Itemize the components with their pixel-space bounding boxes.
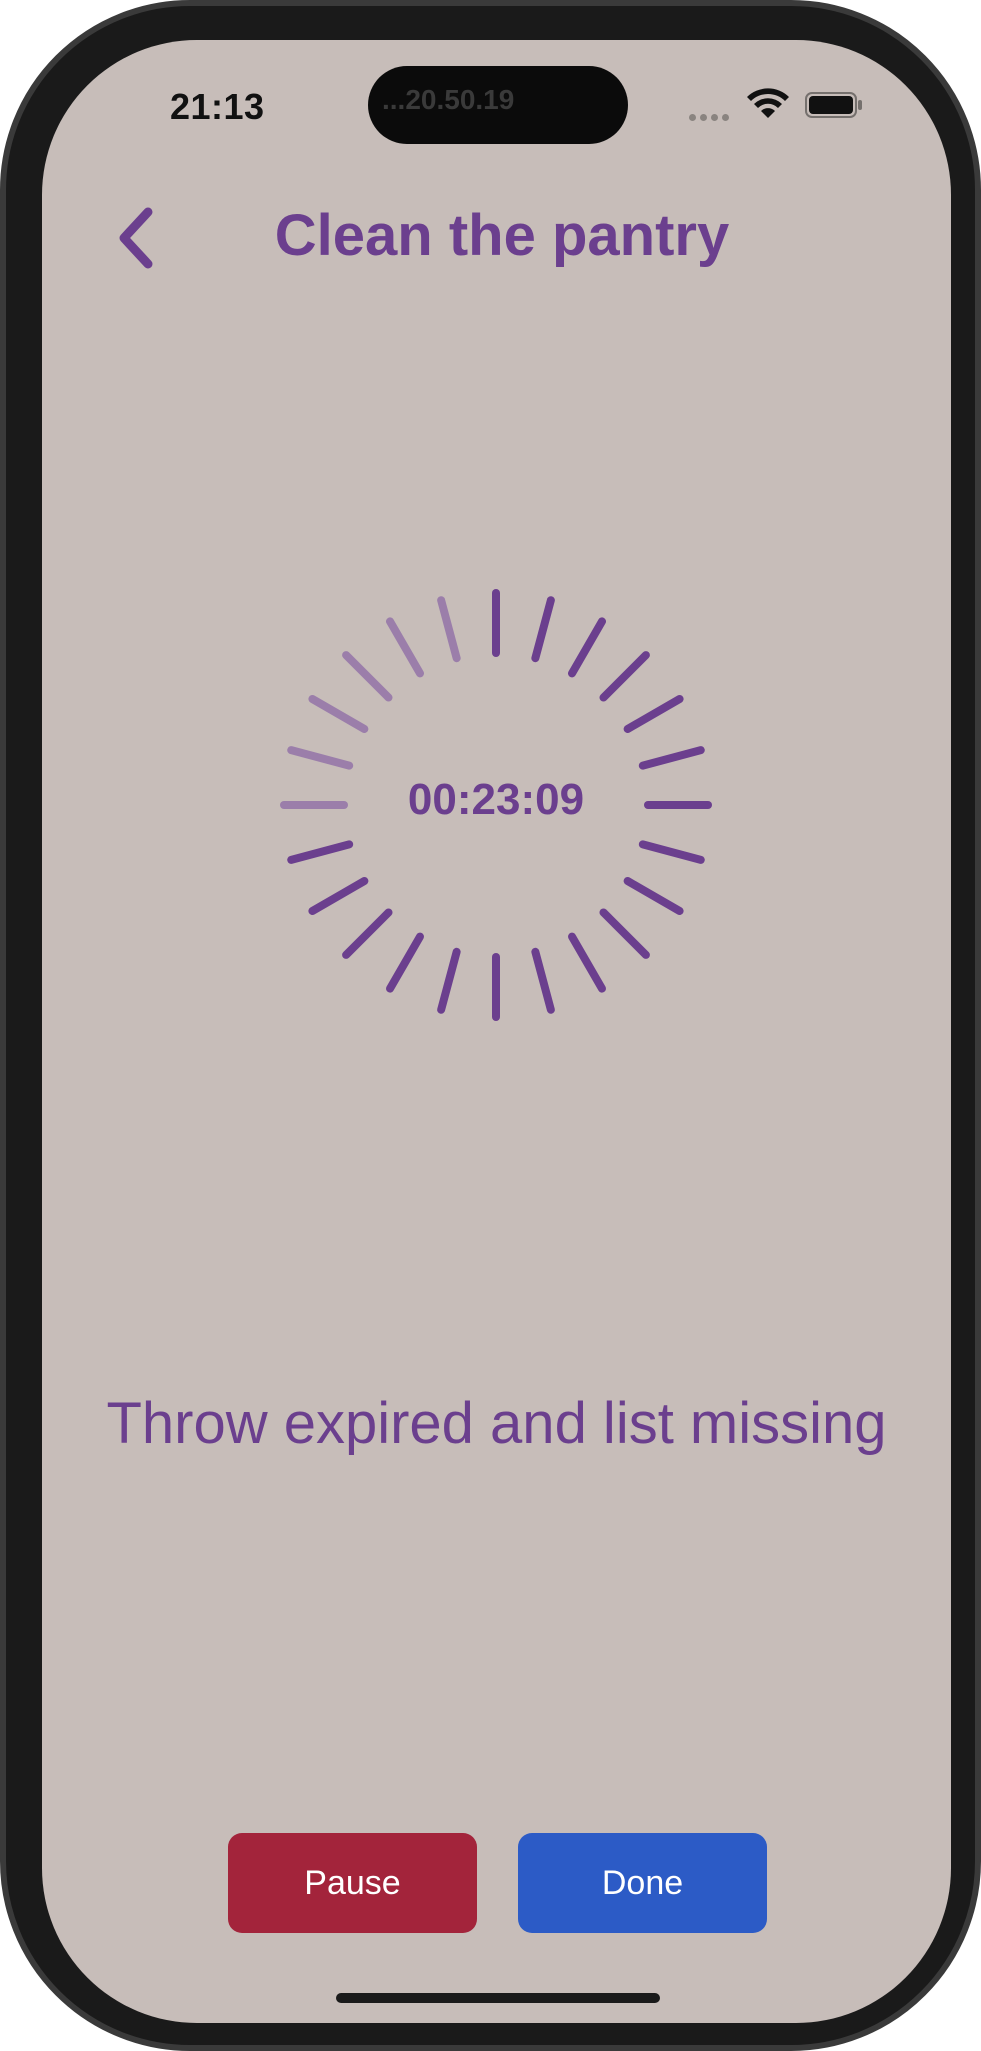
timer-tick xyxy=(287,840,354,864)
timer-tick xyxy=(342,651,393,702)
timer-tick xyxy=(287,746,354,770)
timer-tick xyxy=(386,617,424,678)
dynamic-island: ...20.50.19 xyxy=(368,66,628,144)
timer-tick xyxy=(599,651,650,702)
timer-tick xyxy=(386,932,424,993)
timer-tick xyxy=(308,695,369,733)
timer-tick xyxy=(342,908,393,959)
task-description: Throw expired and list missing xyxy=(106,1391,887,1456)
timer-tick xyxy=(437,947,461,1014)
timer-tick xyxy=(623,695,684,733)
page-title: Clean the pantry xyxy=(274,203,730,268)
back-button[interactable] xyxy=(102,200,172,276)
timer-tick xyxy=(308,877,369,915)
timer-tick xyxy=(599,908,650,959)
timer-tick xyxy=(638,840,705,864)
status-bar: 21:13 ...20.50.19 xyxy=(42,40,951,170)
battery-icon xyxy=(805,92,862,118)
nav-header: Clean the pantry xyxy=(42,170,951,280)
done-button[interactable]: Done xyxy=(518,1833,767,1933)
timer-tick xyxy=(638,746,705,770)
timer-tick xyxy=(568,932,606,993)
countdown-timer: 00:23:09 xyxy=(276,585,716,1025)
timer-tick xyxy=(531,947,555,1014)
phone-frame: 21:13 ...20.50.19 Clean the pantry 00:23… xyxy=(0,0,981,2051)
timer-tick xyxy=(623,877,684,915)
island-text: ...20.50.19 xyxy=(382,84,515,115)
pause-button[interactable]: Pause xyxy=(228,1833,477,1933)
wifi-icon xyxy=(747,88,789,118)
timer-tick xyxy=(437,596,461,663)
cellular-signal-icon xyxy=(689,108,735,121)
home-indicator xyxy=(336,1993,660,2003)
timer-tick xyxy=(531,596,555,663)
status-time: 21:13 xyxy=(170,86,265,127)
timer-tick xyxy=(568,617,606,678)
app-screen: 21:13 ...20.50.19 Clean the pantry 00:23… xyxy=(42,40,951,2023)
chevron-left-icon xyxy=(119,207,153,269)
timer-display: 00:23:09 xyxy=(407,775,585,824)
